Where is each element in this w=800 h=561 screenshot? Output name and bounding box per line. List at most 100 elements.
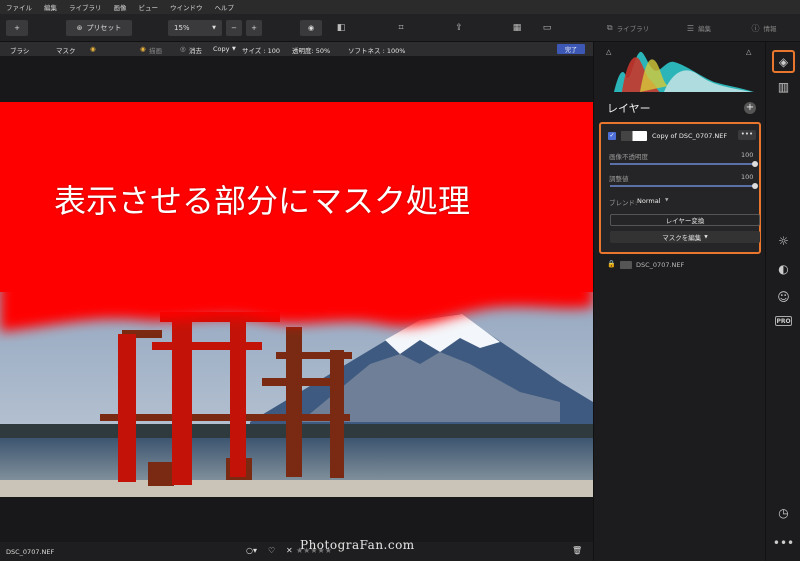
svg-text:△: △: [606, 48, 612, 56]
eye-icon: ◉: [307, 24, 315, 32]
histogram: △ △: [604, 46, 756, 92]
zoom-select[interactable]: 15% ▼: [168, 20, 222, 36]
paint-radio-icon[interactable]: ◉: [140, 45, 146, 53]
zoom-value: 15%: [174, 24, 190, 32]
grid-view-button[interactable]: ▦: [506, 20, 528, 36]
image-opacity-value: 100: [741, 151, 754, 159]
active-layer-card[interactable]: ✓ Copy of DSC_0707.NEF ••• 画像不透明度 100 調整…: [599, 122, 761, 254]
zoom-in-button[interactable]: +: [246, 20, 262, 36]
chevron-down-icon[interactable]: ▼: [665, 198, 668, 203]
heart-icon[interactable]: ♡: [268, 546, 275, 555]
menu-window[interactable]: ウインドウ: [170, 2, 203, 12]
history-clock-icon[interactable]: ◷: [775, 504, 792, 521]
sun-essentials-icon[interactable]: ☼: [775, 232, 792, 249]
mask-visibility-eye-icon[interactable]: ◉: [90, 45, 96, 53]
mask-options-bar: ブラシ マスク ◉ ◉ 描画 ◎ 消去 Copy ▼ サイズ : 100 透明度…: [0, 42, 593, 56]
crop-icon: ⌗: [398, 23, 404, 33]
sliders-icon: ☰: [686, 23, 695, 33]
blend-label: ブレンド:: [609, 199, 638, 207]
mask-overlay: [0, 102, 593, 485]
zoom-out-button[interactable]: −: [226, 20, 242, 36]
status-bar: DSC_0707.NEF ○▾ ♡ ✕ ★★★★★ 🗑: [0, 542, 593, 561]
layers-panel: △ △ レイヤー + ✓ Copy of DSC_0707.NEF ••• 画像…: [593, 42, 765, 561]
chevron-down-icon: ▼: [212, 25, 216, 31]
copy-label[interactable]: Copy: [213, 45, 230, 53]
status-filename: DSC_0707.NEF: [6, 548, 55, 556]
palette-creative-icon[interactable]: ◐: [775, 260, 792, 277]
crop-button[interactable]: ⌗: [390, 20, 412, 36]
portrait-face-icon[interactable]: ☺: [775, 288, 792, 305]
edit-tab[interactable]: ☰ 編集: [676, 20, 722, 36]
brush-tab[interactable]: ブラシ: [10, 45, 29, 55]
edit-mask-button[interactable]: マスクを編集 ▼: [610, 231, 760, 243]
share-button[interactable]: ⇪: [448, 20, 470, 36]
menu-library[interactable]: ライブラリ: [69, 2, 102, 12]
library-icon: ⧉: [606, 23, 613, 32]
pro-tools-icon[interactable]: PRO: [775, 316, 792, 326]
menu-image[interactable]: 画像: [114, 2, 127, 12]
library-tab-label: ライブラリ: [616, 25, 650, 33]
svg-text:△: △: [746, 48, 752, 56]
layer-name: Copy of DSC_0707.NEF: [652, 132, 728, 140]
menu-help[interactable]: ヘルプ: [215, 2, 235, 12]
compare-button[interactable]: ◧: [330, 20, 352, 36]
base-layer-name[interactable]: DSC_0707.NEF: [636, 261, 684, 269]
minus-icon: −: [231, 24, 237, 32]
adjust-slider-knob[interactable]: [752, 183, 758, 189]
paint-label: 描画: [149, 47, 162, 55]
lock-icon[interactable]: 🔒: [607, 260, 616, 268]
library-tab[interactable]: ⧉ ライブラリ: [598, 20, 658, 36]
layer-checkbox[interactable]: ✓: [608, 132, 616, 140]
brush-opacity[interactable]: 透明度: 50%: [292, 45, 330, 55]
adjust-value: 100: [741, 173, 754, 181]
single-view-icon: ▭: [542, 23, 552, 33]
menu-edit[interactable]: 編集: [44, 2, 57, 12]
menu-file[interactable]: ファイル: [6, 2, 32, 12]
mask-tab[interactable]: マスク: [56, 45, 76, 55]
top-toolbar: + ⊛ プリセット 15% ▼ − + ◉ ◧ ⌗ ⇪ ▦ ▭ ⧉ ライブラリ …: [0, 14, 800, 42]
photo: 表示させる部分にマスク処理: [0, 102, 593, 497]
done-button[interactable]: 完了: [557, 44, 585, 54]
convert-layer-button[interactable]: レイヤー変換: [610, 214, 760, 226]
layers-title: レイヤー: [607, 102, 651, 115]
info-icon: ⓘ: [751, 23, 760, 33]
single-view-button[interactable]: ▭: [536, 20, 558, 36]
info-tab-label: 情報: [763, 25, 777, 33]
brush-softness[interactable]: ソフトネス : 100%: [348, 45, 405, 55]
image-canvas[interactable]: 表示させる部分にマスク処理: [0, 56, 593, 542]
edit-mask-label: マスクを編集: [662, 234, 702, 242]
menu-view[interactable]: ビュー: [139, 2, 159, 12]
presets-button[interactable]: ⊛ プリセット: [66, 20, 132, 36]
blend-mode-select[interactable]: Normal: [637, 197, 661, 205]
share-icon: ⇪: [455, 23, 463, 33]
adjust-slider[interactable]: [610, 185, 756, 187]
layers-icon[interactable]: ◈: [772, 50, 795, 73]
reject-icon[interactable]: ✕: [286, 546, 293, 555]
chevron-down-icon[interactable]: ▼: [232, 46, 236, 52]
app-window: ファイル 編集 ライブラリ 画像 ビュー ウインドウ ヘルプ + ⊛ プリセット…: [0, 0, 800, 561]
add-image-button[interactable]: +: [6, 20, 28, 36]
plus-icon: +: [251, 24, 257, 32]
grid-icon: ▦: [512, 23, 522, 33]
more-icon[interactable]: •••: [773, 534, 794, 551]
edit-tab-label: 編集: [698, 25, 712, 33]
erase-radio-icon[interactable]: ◎: [180, 45, 186, 53]
trash-icon[interactable]: 🗑: [572, 546, 582, 555]
image-opacity-slider-knob[interactable]: [752, 161, 758, 167]
tool-icon-strip: ◈ ▥ ☼ ◐ ☺ PRO ◷ •••: [765, 42, 800, 561]
image-opacity-slider[interactable]: [610, 163, 756, 165]
layer-thumbnail: [621, 131, 647, 141]
presets-icon: ⊛: [76, 24, 83, 32]
image-opacity-label: 画像不透明度: [609, 153, 648, 161]
info-tab[interactable]: ⓘ 情報: [744, 20, 784, 36]
preview-eye-button[interactable]: ◉: [300, 20, 322, 36]
watermark: PhotograFan.com: [300, 538, 415, 552]
presets-label: プリセット: [86, 24, 122, 32]
add-layer-button[interactable]: +: [744, 102, 756, 114]
mask-annotation-text: 表示させる部分にマスク処理: [54, 182, 471, 220]
canvas-tools-icon[interactable]: ▥: [775, 78, 792, 95]
layer-more-icon[interactable]: •••: [738, 130, 756, 140]
color-label-icon[interactable]: ○▾: [246, 546, 257, 555]
menu-bar: ファイル 編集 ライブラリ 画像 ビュー ウインドウ ヘルプ: [0, 0, 800, 14]
brush-size[interactable]: サイズ : 100: [242, 45, 280, 55]
